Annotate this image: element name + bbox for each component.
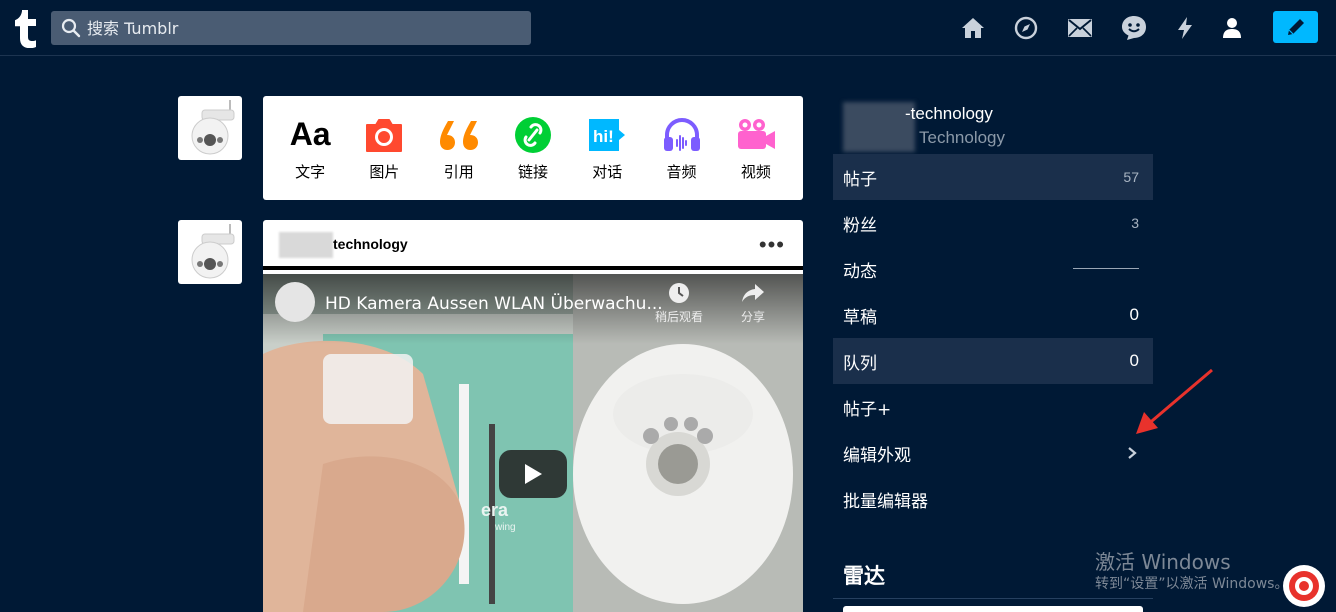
- search-input[interactable]: [87, 11, 517, 45]
- posts-count: 57: [1123, 169, 1139, 185]
- box-brand-subtext: wing: [495, 522, 516, 533]
- explore-compass-icon[interactable]: [1012, 14, 1040, 42]
- sidebar-blog-title: -technology: [905, 104, 993, 123]
- post-blog-name[interactable]: technology: [333, 236, 408, 252]
- followers-count: 3: [1131, 215, 1139, 231]
- sidebar-item-posts[interactable]: 帖子 57: [833, 154, 1153, 200]
- post-type-quote-button[interactable]: 引用: [424, 115, 494, 182]
- radar-card[interactable]: [843, 606, 1143, 612]
- play-icon: [525, 464, 542, 484]
- post-type-audio-button[interactable]: 音频: [647, 115, 717, 182]
- drafts-count: 0: [1129, 305, 1139, 324]
- activity-sparkline: [1073, 268, 1139, 269]
- chevron-right-icon: [1128, 447, 1137, 459]
- post-header: technology •••: [263, 220, 803, 270]
- blog-menu: 帖子 57 粉丝 3 动态 草稿 0 队列 0 帖子+ 编辑外观 批量编辑器: [833, 154, 1153, 522]
- text-aa-icon: Aa: [289, 116, 331, 152]
- video-embed[interactable]: HD Kamera Aussen WLAN Überwachu... 稍后观看 …: [263, 274, 803, 612]
- post-type-bar: Aa 文字 图片 引用 链接 hi! 对话 音频 视频: [263, 96, 803, 200]
- divider: [833, 598, 1153, 599]
- clock-icon: [669, 283, 689, 303]
- sidebar-item-queue[interactable]: 队列 0: [833, 338, 1153, 384]
- link-icon: [511, 115, 555, 155]
- svg-text:hi!: hi!: [593, 127, 614, 146]
- sidebar-item-followers[interactable]: 粉丝 3: [833, 200, 1153, 246]
- post-card: technology ••• HD Kamera Aussen WLAN Übe…: [263, 220, 803, 612]
- video-title[interactable]: HD Kamera Aussen WLAN Überwachu...: [325, 294, 663, 314]
- account-person-icon[interactable]: [1218, 14, 1246, 42]
- sidebar-item-drafts[interactable]: 草稿 0: [833, 292, 1153, 338]
- mail-icon[interactable]: [1066, 14, 1094, 42]
- post-type-video-button[interactable]: 视频: [721, 115, 791, 182]
- search-bar[interactable]: [51, 11, 531, 45]
- sidebar-item-mass-editor[interactable]: 批量编辑器: [833, 476, 1153, 522]
- share-arrow-icon: [742, 284, 764, 302]
- sidebar-item-activity[interactable]: 动态: [833, 246, 1153, 292]
- headphones-icon: [660, 115, 704, 155]
- home-icon[interactable]: [959, 14, 987, 42]
- search-icon: [61, 18, 81, 38]
- sidebar-blog-header[interactable]: -technology Technology: [843, 100, 1163, 152]
- screen-recorder-badge-icon[interactable]: [1283, 565, 1325, 607]
- chat-icon: hi!: [585, 115, 629, 155]
- share-button[interactable]: 分享: [741, 282, 765, 325]
- camera-avatar-icon: [191, 100, 235, 155]
- video-camera-icon: [734, 115, 778, 155]
- post-type-text-button[interactable]: Aa 文字: [275, 115, 345, 182]
- pencil-icon: [1287, 19, 1304, 35]
- quote-icon: [437, 115, 481, 155]
- activate-windows-subtext: 转到“设置”以激活 Windows。: [1095, 576, 1289, 592]
- avatar[interactable]: [178, 220, 242, 284]
- messaging-smiley-icon[interactable]: [1120, 14, 1148, 42]
- camera-icon: [362, 115, 406, 155]
- post-type-link-button[interactable]: 链接: [498, 115, 568, 182]
- sidebar-item-edit-appearance[interactable]: 编辑外观: [833, 430, 1153, 476]
- box-brand-text: era: [481, 500, 509, 520]
- blurred-blog-name: [279, 232, 333, 258]
- activate-windows-watermark: 激活 Windows: [1095, 550, 1231, 574]
- tumblr-logo-icon[interactable]: [10, 8, 40, 48]
- sidebar-item-posts-plus[interactable]: 帖子+: [833, 384, 1153, 430]
- post-type-chat-button[interactable]: hi! 对话: [572, 115, 642, 182]
- camera-avatar-icon: [191, 224, 235, 279]
- play-button[interactable]: [499, 450, 567, 498]
- more-options-button[interactable]: •••: [759, 232, 785, 258]
- radar-heading: 雷达: [843, 564, 885, 588]
- channel-avatar[interactable]: [275, 282, 315, 322]
- red-arrow-annotation-icon: [1136, 368, 1213, 434]
- watch-later-button[interactable]: 稍后观看: [655, 282, 703, 325]
- avatar[interactable]: [178, 96, 242, 160]
- activity-lightning-icon[interactable]: [1171, 14, 1199, 42]
- top-navbar: [0, 0, 1336, 56]
- sidebar-blog-subtitle: Technology: [919, 128, 1006, 147]
- video-thumbnail: [263, 274, 803, 612]
- compose-button[interactable]: [1273, 11, 1318, 43]
- post-type-photo-button[interactable]: 图片: [349, 115, 419, 182]
